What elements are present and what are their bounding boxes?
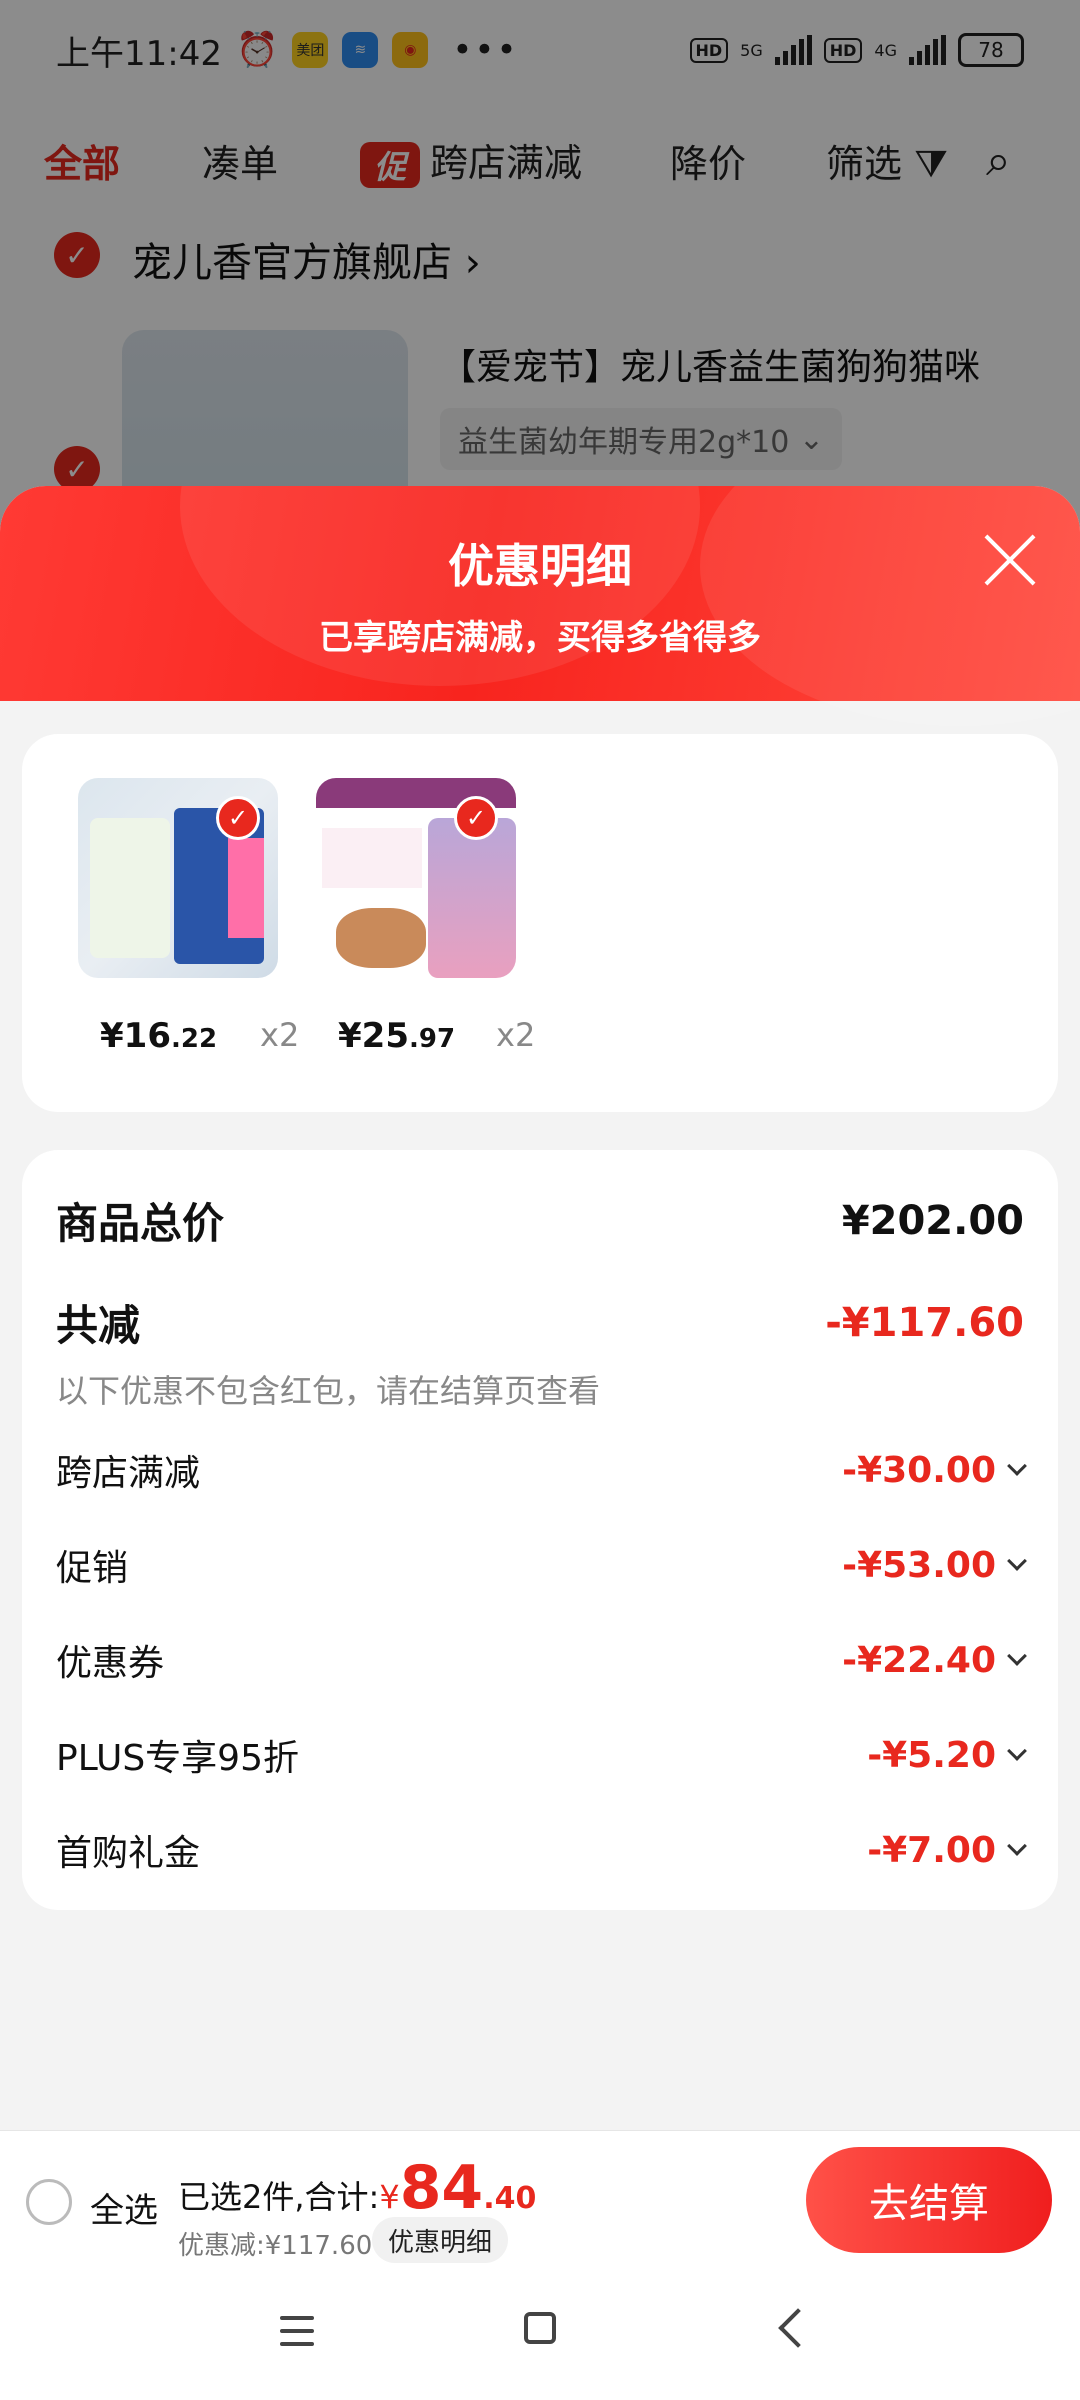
select-all-label[interactable]: 全选 [90, 2183, 158, 2232]
chevron-down-icon [1007, 1646, 1027, 1666]
item-1-image: ✓ [78, 778, 278, 978]
home-icon[interactable] [524, 2312, 556, 2344]
item-1-price: ¥16.22 [100, 1016, 218, 1056]
total-price-row: 商品总价 ¥202.00 [56, 1190, 1024, 1251]
item-2-check-icon: ✓ [454, 796, 498, 840]
checkout-bar: 全选 已选2件,合计:¥84.40 优惠减:¥117.60 优惠明细 去结算 [0, 2130, 1080, 2270]
discount-row-label: 跨店满减 [56, 1453, 201, 1494]
item-1[interactable]: ✓ ¥16.22 x2 [78, 778, 299, 1056]
checkout-button[interactable]: 去结算 [806, 2147, 1052, 2253]
chevron-down-icon [1007, 1456, 1027, 1476]
discount-row-label: PLUS专享95折 [56, 1738, 299, 1779]
menu-icon[interactable] [280, 2316, 314, 2346]
discount-row-promotion[interactable]: 促销 -¥53.00 [56, 1539, 1027, 1591]
discount-row-value: -¥7.00 [867, 1830, 1027, 1871]
total-reduction-label: 共减 [56, 1301, 141, 1350]
item-1-check-icon: ✓ [216, 796, 260, 840]
amount-integer: 84 [399, 2153, 484, 2223]
item-2-price: ¥25.97 [338, 1016, 456, 1056]
item-2-image: ✓ [316, 778, 516, 978]
discount-row-label: 首购礼金 [56, 1833, 201, 1874]
discount-row-cross-store[interactable]: 跨店满减 -¥30.00 [56, 1444, 1027, 1496]
total-reduction-value: -¥117.60 [825, 1299, 1024, 1346]
discount-detail-sheet: 优惠明细 已享跨店满减，买得多省得多 ✓ ¥16.22 x2 ✓ ¥25.97 [0, 486, 1080, 2400]
reduction-note: 以下优惠不包含红包，请在结算页查看 [56, 1372, 601, 1410]
item-2[interactable]: ✓ ¥25.97 x2 [316, 778, 535, 1056]
back-icon[interactable] [778, 2308, 818, 2348]
sheet-header: 优惠明细 已享跨店满减，买得多省得多 [0, 486, 1080, 726]
sheet-title: 优惠明细 [448, 539, 632, 593]
discount-row-label: 优惠券 [56, 1643, 165, 1684]
price-breakdown-card: 商品总价 ¥202.00 共减 -¥117.60 以下优惠不包含红包，请在结算页… [22, 1150, 1058, 1910]
amount-currency: ¥ [379, 2178, 400, 2216]
discount-detail-button[interactable]: 优惠明细 [372, 2217, 509, 2263]
discount-row-value: -¥53.00 [842, 1545, 1027, 1586]
discount-row-value: -¥22.40 [842, 1640, 1027, 1681]
item-2-qty: x2 [496, 1016, 536, 1054]
discount-row-value: -¥30.00 [842, 1450, 1027, 1491]
discount-row-value: -¥5.20 [867, 1735, 1027, 1776]
total-price-label: 商品总价 [56, 1199, 225, 1248]
chevron-down-icon [1007, 1551, 1027, 1571]
selected-items-card: ✓ ¥16.22 x2 ✓ ¥25.97 x2 [22, 734, 1058, 1112]
discount-row-plus[interactable]: PLUS专享95折 -¥5.20 [56, 1729, 1027, 1781]
chevron-down-icon [1007, 1741, 1027, 1761]
selected-count-text: 已选2件,合计: [178, 2178, 380, 2216]
discount-row-first-purchase[interactable]: 首购礼金 -¥7.00 [56, 1824, 1027, 1876]
discount-summary: 优惠减:¥117.60 [178, 2231, 373, 2261]
system-nav-bar [0, 2270, 1080, 2400]
sheet-subtitle: 已享跨店满减，买得多省得多 [319, 618, 761, 658]
select-all-radio[interactable] [26, 2179, 72, 2225]
discount-row-coupon[interactable]: 优惠券 -¥22.40 [56, 1634, 1027, 1686]
total-reduction-row: 共减 -¥117.60 [56, 1292, 1024, 1353]
close-icon[interactable] [980, 530, 1040, 590]
item-1-qty: x2 [260, 1016, 300, 1054]
discount-row-label: 促销 [56, 1548, 129, 1589]
chevron-down-icon [1007, 1836, 1027, 1856]
total-summary: 已选2件,合计:¥84.40 [178, 2153, 536, 2223]
total-price-value: ¥202.00 [841, 1197, 1024, 1244]
amount-decimal: .40 [483, 2181, 537, 2216]
